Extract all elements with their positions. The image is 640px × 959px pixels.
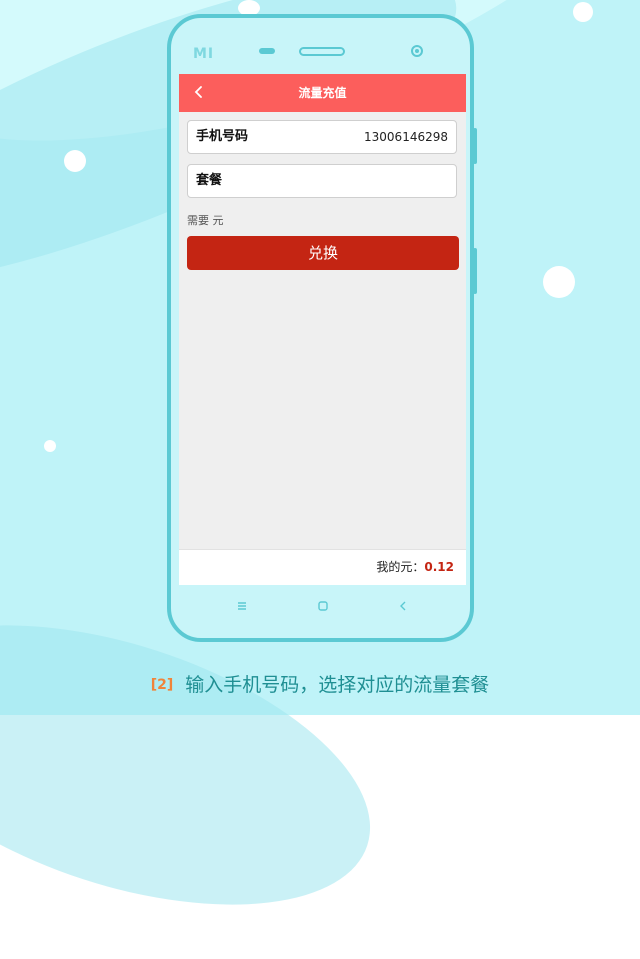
step-number: [2] (150, 677, 174, 693)
phone-frame: MI 流量充值 手机号码 13006146298 套餐 需要 元 兑换 我的元：… (167, 14, 477, 642)
power-button (473, 248, 477, 294)
phone-number-label: 手机号码 (196, 129, 249, 144)
speaker-grille (299, 47, 345, 56)
balance-value: 0.12 (424, 560, 454, 574)
brand-logo: MI (193, 46, 215, 62)
balance-bar: 我的元：0.12 (179, 549, 466, 585)
home-icon[interactable] (317, 600, 329, 612)
page-title: 流量充值 (298, 86, 347, 100)
camera-icon (411, 45, 423, 57)
menu-icon[interactable] (236, 600, 248, 612)
app-header: 流量充值 (179, 74, 466, 112)
sensor-icon (259, 48, 275, 54)
cost-text: 需要 元 (187, 214, 224, 227)
decorative-dot (64, 150, 86, 172)
step-caption: [2] 输入手机号码，选择对应的流量套餐 (0, 670, 640, 697)
decorative-dot (573, 2, 593, 22)
package-select[interactable]: 套餐 (187, 164, 457, 198)
phone-number-value[interactable]: 13006146298 (364, 121, 448, 153)
nav-keys (171, 600, 470, 620)
decorative-dot (44, 440, 56, 452)
volume-button (473, 128, 477, 164)
phone-number-field[interactable]: 手机号码 13006146298 (187, 120, 457, 154)
balance-label: 我的元： (376, 560, 425, 574)
chevron-left-icon[interactable] (397, 600, 409, 612)
balance: 我的元：0.12 (376, 550, 454, 585)
exchange-button[interactable]: 兑换 (187, 236, 459, 270)
caption-text: 输入手机号码，选择对应的流量套餐 (185, 674, 490, 696)
package-label: 套餐 (196, 173, 223, 188)
app-screen: 流量充值 手机号码 13006146298 套餐 需要 元 兑换 我的元：0.1… (179, 74, 466, 585)
decorative-dot (543, 266, 575, 298)
